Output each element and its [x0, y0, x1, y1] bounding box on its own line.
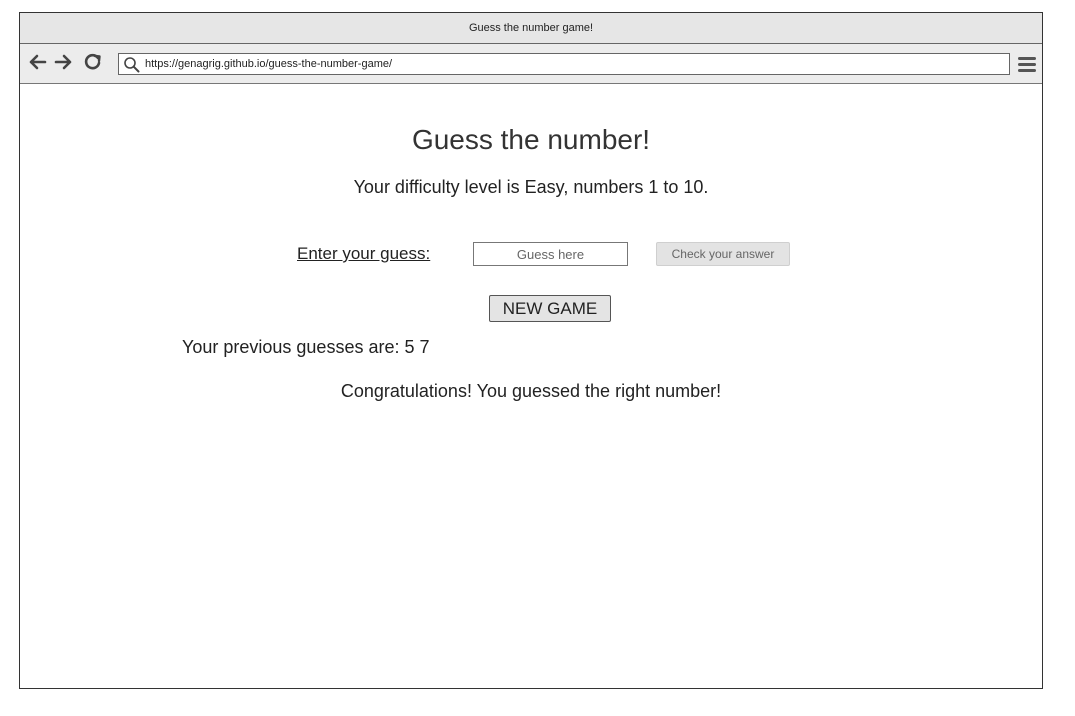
search-icon	[124, 56, 140, 72]
window-title: Guess the number game!	[468, 22, 594, 34]
browser-toolbar: https://genagrig.github.io/guess-the-num…	[20, 44, 1042, 84]
new-game-button[interactable]: NEW GAME	[489, 295, 611, 322]
address-bar[interactable]: https://genagrig.github.io/guess-the-num…	[118, 53, 1010, 75]
title-bar: Guess the number game!	[20, 13, 1042, 44]
guess-input[interactable]	[473, 242, 628, 266]
result-message: Congratulations! You guessed the right n…	[340, 381, 722, 401]
back-arrow-icon[interactable]	[28, 52, 48, 72]
page-content: Guess the number! Your difficulty level …	[20, 84, 1042, 688]
difficulty-text: Your difficulty level is Easy, numbers 1…	[353, 177, 709, 197]
url-text: https://genagrig.github.io/guess-the-num…	[145, 58, 393, 70]
page-title: Guess the number!	[411, 124, 651, 155]
hamburger-menu-icon[interactable]	[1018, 54, 1036, 74]
forward-arrow-icon[interactable]	[53, 52, 73, 72]
previous-guesses-text: Your previous guesses are: 5 7	[182, 337, 430, 357]
browser-window: Guess the number game! https://genagrig.…	[19, 12, 1043, 689]
guess-label: Enter your guess:	[297, 244, 431, 263]
reload-icon[interactable]	[83, 52, 103, 72]
check-answer-button[interactable]: Check your answer	[656, 242, 790, 266]
